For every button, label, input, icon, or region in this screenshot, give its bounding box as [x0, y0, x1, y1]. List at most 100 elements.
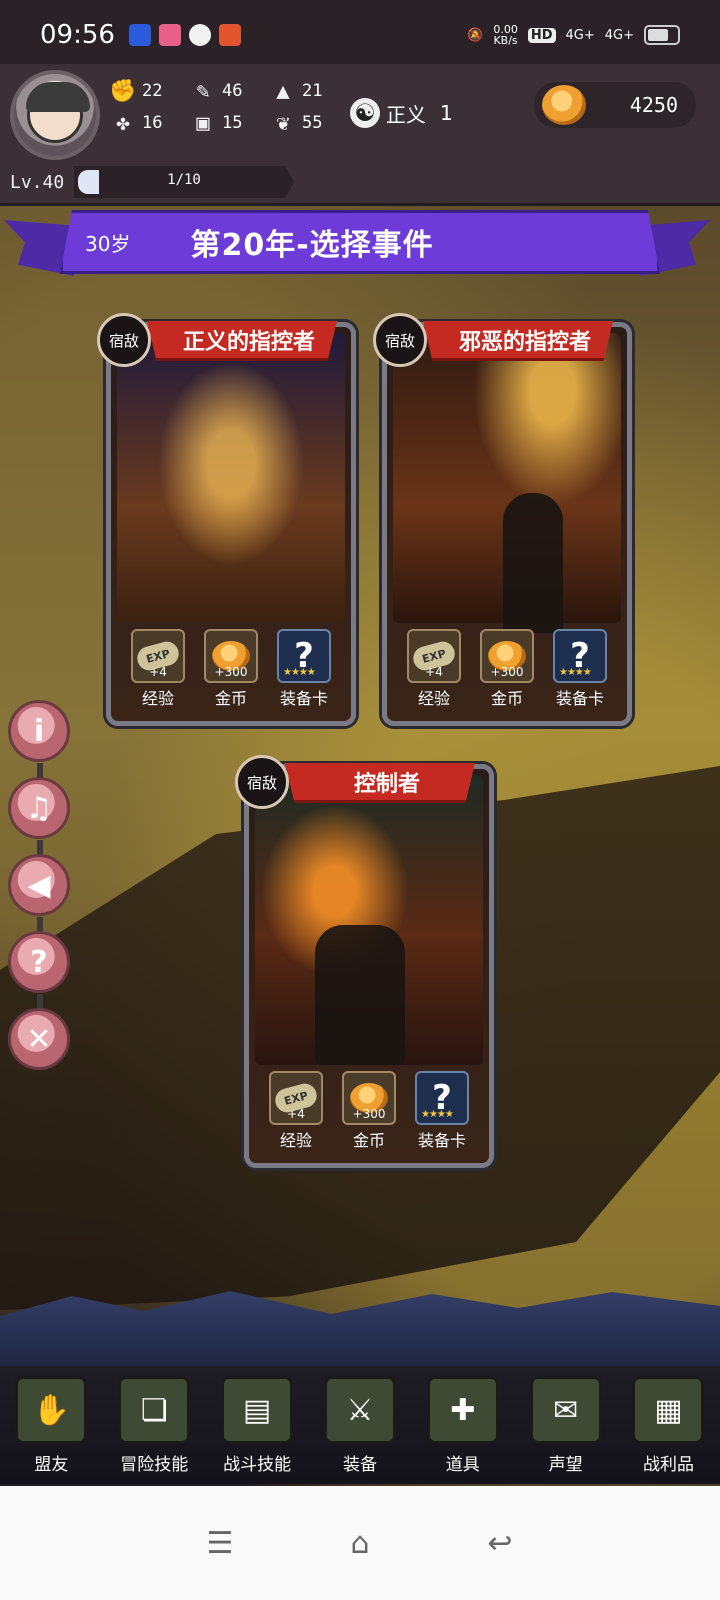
- hd-icon: HD: [527, 27, 556, 43]
- stat-value: 46: [222, 81, 243, 101]
- robed-figure: [503, 493, 563, 633]
- rarity-stars: ★★★★: [421, 1109, 454, 1120]
- menu-icon: ☰: [206, 1525, 234, 1561]
- menu-item-chest[interactable]: ▦ 战利品: [620, 1376, 716, 1475]
- menu-item-scroll[interactable]: ✉ 声望: [518, 1376, 614, 1475]
- reward-amount: +4: [287, 1107, 305, 1121]
- sound-button[interactable]: ◀: [8, 854, 70, 916]
- reward-label: 金币: [214, 689, 247, 708]
- reward-label: 经验: [141, 689, 174, 708]
- reward-amount: +300: [490, 665, 524, 679]
- reward-icon-box: EXP +4: [131, 629, 185, 683]
- reward-amount: +4: [149, 665, 167, 679]
- notification-icons: [128, 24, 241, 46]
- stat-value: 55: [302, 113, 323, 133]
- signal-sim2-icon: 4G+: [604, 27, 634, 43]
- reward-icon-box: ? ★★★★: [553, 629, 607, 683]
- help-button[interactable]: ?: [8, 931, 70, 993]
- stat-item: ✤ 16: [110, 110, 190, 136]
- game-notification-icon: [218, 24, 241, 46]
- menu-label: 盟友: [34, 1455, 69, 1475]
- event-banner: 30岁 第20年-选择事件: [60, 210, 660, 274]
- reward-label: 经验: [279, 1131, 312, 1150]
- card-art: [117, 333, 345, 623]
- stat-value: 22: [142, 81, 163, 101]
- reward-amount: +4: [425, 665, 443, 679]
- reward-icon-box: EXP +4: [407, 629, 461, 683]
- back-nav-button[interactable]: ↩: [480, 1523, 520, 1563]
- reward-icon-box: EXP +4: [269, 1071, 323, 1125]
- rewards-row: EXP +4 经验 +300 金币 ? ★★★★ 装备卡: [121, 629, 341, 709]
- close-icon: ✕: [26, 1021, 52, 1057]
- menu-item-book[interactable]: ❏ 冒险技能: [106, 1376, 202, 1475]
- menu-label: 战利品: [642, 1455, 694, 1475]
- status-bar: 09:56 🔕 0.00 KB/s HD 4G+ 4G+: [0, 0, 720, 70]
- reward-icon-box: ? ★★★★: [277, 629, 331, 683]
- avatar[interactable]: [10, 70, 100, 160]
- menu-nav-button[interactable]: ☰: [200, 1523, 240, 1563]
- close-button[interactable]: ✕: [8, 1008, 70, 1070]
- battery-icon: [644, 25, 680, 45]
- event-card-justice-accuser[interactable]: 宿敌 正义的指控者 EXP +4 经验 +300 金币 ? ★★★★ 装备卡: [97, 313, 356, 726]
- menu-item-swords[interactable]: ⚔ 装备: [312, 1376, 408, 1475]
- music-toggle-button[interactable]: ♫: [8, 777, 70, 839]
- home-nav-button[interactable]: ⌂: [340, 1523, 380, 1563]
- reward-icon-box: ? ★★★★: [415, 1071, 469, 1125]
- reward-card: ? ★★★★ 装备卡: [547, 629, 613, 709]
- card-title: 控制者: [285, 763, 475, 803]
- back-icon: ↩: [487, 1525, 513, 1561]
- amulet-icon: ✚: [426, 1376, 499, 1444]
- reward-exp: EXP +4 经验: [263, 1071, 329, 1151]
- reward-label: 装备卡: [555, 689, 604, 708]
- stat-value: 15: [222, 113, 243, 133]
- nemesis-badge: 宿敌: [97, 313, 151, 367]
- reward-gold: +300 金币: [198, 629, 264, 709]
- xp-bar: 1/10: [74, 166, 294, 198]
- yin-yang-icon: ☯: [350, 98, 380, 128]
- rarity-stars: ★★★★: [559, 667, 592, 678]
- status-right: 🔕 0.00 KB/s HD 4G+ 4G+: [467, 24, 680, 46]
- reward-gold: +300 金币: [336, 1071, 402, 1151]
- menu-item-gauntlet[interactable]: ✋ 盟友: [3, 1376, 99, 1475]
- reward-amount: +300: [214, 665, 248, 679]
- player-hud: ✊ 22 ✎ 46 ▲ 21 ✤ 16 ▣ 15 ❦ 55 ☯ 正义 1 4250 Lv.40 1/1…: [0, 64, 720, 206]
- reward-gold: +300 金币: [474, 629, 540, 709]
- menu-label: 装备: [342, 1455, 377, 1475]
- menu-item-backpack[interactable]: ▤ 战斗技能: [209, 1376, 305, 1475]
- level-label: Lv.40: [10, 171, 65, 193]
- stat-value: 16: [142, 113, 163, 133]
- wings-icon: ❦: [276, 110, 290, 136]
- reward-label: 装备卡: [417, 1131, 466, 1150]
- reward-exp: EXP +4 经验: [125, 629, 191, 709]
- reward-exp: EXP +4 经验: [401, 629, 467, 709]
- coin-amount: 4250: [629, 93, 678, 117]
- scroll-icon: ✎: [196, 78, 210, 104]
- stat-item: ▣ 15: [190, 110, 270, 136]
- menu-item-amulet[interactable]: ✚ 道具: [415, 1376, 511, 1475]
- info-button[interactable]: i: [8, 700, 70, 762]
- net-speed: 0.00 KB/s: [493, 23, 518, 47]
- coin-counter[interactable]: 4250: [534, 82, 696, 128]
- stat-item: ✎ 46: [190, 78, 270, 104]
- reward-icon-box: +300: [342, 1071, 396, 1125]
- event-card-controller[interactable]: 宿敌 控制者 EXP +4 经验 +300 金币 ? ★★★★ 装备卡: [235, 755, 494, 1168]
- fist-icon: ✊: [109, 78, 137, 104]
- reward-icon-box: +300: [204, 629, 258, 683]
- rewards-row: EXP +4 经验 +300 金币 ? ★★★★ 装备卡: [397, 629, 617, 709]
- gauntlet-icon: ✋: [15, 1376, 88, 1444]
- xp-text: 1/10: [167, 172, 201, 188]
- app-notification-icon: [158, 24, 181, 46]
- mute-icon: 🔕: [467, 27, 484, 43]
- armored-figure: [315, 925, 405, 1065]
- nemesis-badge: 宿敌: [235, 755, 289, 809]
- card-title: 正义的指控者: [147, 321, 337, 361]
- reward-label: 经验: [417, 689, 450, 708]
- menu-label: 冒险技能: [120, 1455, 189, 1475]
- reward-label: 金币: [490, 689, 523, 708]
- chest-icon: ▦: [632, 1376, 705, 1444]
- event-card-evil-accuser[interactable]: 宿敌 邪恶的指控者 EXP +4 经验 +300 金币 ? ★★★★ 装备卡: [373, 313, 632, 726]
- speed-notification-icon: [188, 24, 211, 46]
- backpack-icon: ▤: [221, 1376, 294, 1444]
- hat-icon: ▲: [276, 78, 290, 104]
- reward-card: ? ★★★★ 装备卡: [409, 1071, 475, 1151]
